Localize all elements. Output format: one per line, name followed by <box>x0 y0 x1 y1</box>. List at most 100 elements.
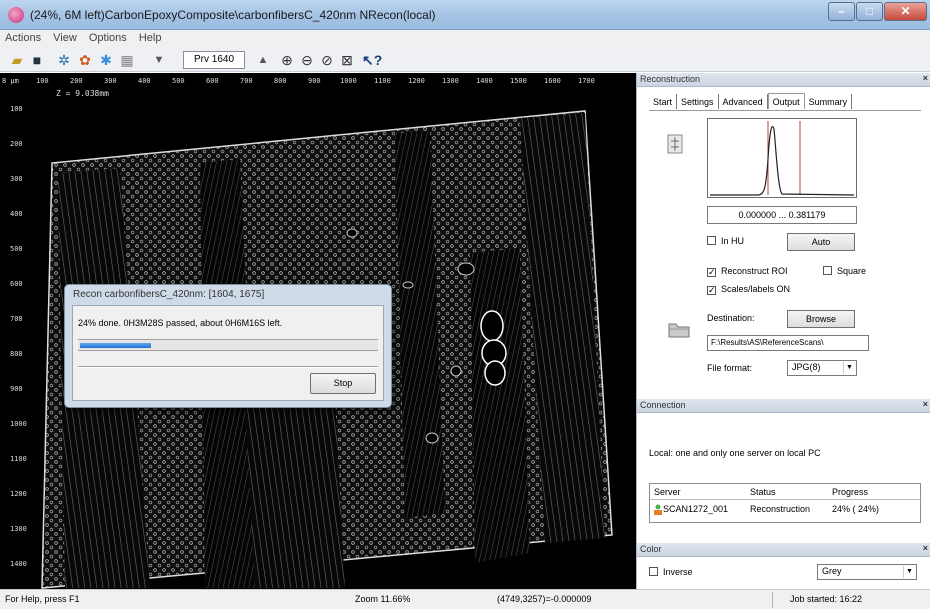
down-triangle-icon[interactable]: ▼ <box>150 51 168 69</box>
close-panel-icon[interactable]: × <box>923 73 928 83</box>
file-format-label: File format: <box>707 363 753 373</box>
tab-advanced[interactable]: Advanced <box>719 94 768 109</box>
preview-combo[interactable]: Prv 1640 <box>183 51 245 69</box>
in-hu-label: In HU <box>721 236 745 246</box>
ruler-tick: 500 <box>172 77 185 85</box>
zoom-out-icon[interactable]: ⊖ <box>298 51 316 69</box>
settings-icon[interactable]: ✲ <box>55 51 73 69</box>
ruler-tick: 1300 <box>442 77 459 85</box>
ruler-tick: 100 <box>10 105 23 113</box>
ruler-tick: 1200 <box>408 77 425 85</box>
ruler-tick: 900 <box>308 77 321 85</box>
table-row[interactable]: SCAN1272_001 Reconstruction 24% ( 24%) <box>650 501 922 519</box>
histogram-settings-icon[interactable] <box>665 133 687 155</box>
close-panel-icon[interactable]: × <box>923 399 928 409</box>
zoom-fit-icon[interactable]: ⊘ <box>318 51 336 69</box>
colormap-value: Grey <box>822 566 842 576</box>
ruler-tick: 1400 <box>476 77 493 85</box>
open-icon[interactable]: ▰ <box>8 51 26 69</box>
status-bar: For Help, press F1 Zoom 11.66% (4749,325… <box>0 589 930 609</box>
inverse-label: Inverse <box>663 567 693 577</box>
reconstruction-panel: Reconstruction × Start Settings Advanced Ou… <box>636 73 930 399</box>
top-ruler: 8 µm 100 200 300 400 500 600 700 800 900… <box>0 73 636 87</box>
context-help-icon[interactable]: ↖? <box>362 51 382 69</box>
ruler-tick: 500 <box>10 245 23 253</box>
tab-start[interactable]: Start <box>649 94 678 109</box>
file-format-select[interactable]: JPG(8) ▼ <box>787 360 857 376</box>
maximize-button[interactable]: □ <box>856 2 883 21</box>
ruler-tick: 800 <box>274 77 287 85</box>
app-icon <box>8 7 24 23</box>
ruler-tick: 300 <box>10 175 23 183</box>
server-status: Reconstruction <box>750 504 811 514</box>
ruler-tick: 200 <box>70 77 83 85</box>
grid-icon[interactable]: ▦ <box>118 51 136 69</box>
toolbar: ▰ ■ ✲ ✿ ✱ ▦ ▼ Prv 1640 ▲ ⊕ ⊖ ⊘ ⊠ ↖? <box>0 48 930 72</box>
browse-button[interactable]: Browse <box>787 310 855 328</box>
column-progress[interactable]: Progress <box>832 487 868 497</box>
tab-output[interactable]: Output <box>767 93 805 109</box>
ruler-tick: 600 <box>206 77 219 85</box>
ruler-tick: 1000 <box>10 420 27 428</box>
connection-panel: Connection × Local: one and only one ser… <box>636 399 930 543</box>
fit-window-icon[interactable]: ⊠ <box>338 51 356 69</box>
scales-labels-checkbox[interactable]: ✓ Scales/labels ON <box>707 284 790 295</box>
ruler-tick: 1000 <box>340 77 357 85</box>
connection-panel-title: Connection <box>640 400 686 410</box>
menu-help[interactable]: Help <box>134 30 166 44</box>
status-zoom: Zoom 11.66% <box>355 594 411 604</box>
scales-labels-label: Scales/labels ON <box>721 284 791 294</box>
zoom-in-icon[interactable]: ⊕ <box>278 51 296 69</box>
server-name: SCAN1272_001 <box>663 504 729 514</box>
reconstruct-roi-checkbox[interactable]: ✓ Reconstruct ROI <box>707 266 788 277</box>
ruler-tick: 8 µm <box>2 77 19 85</box>
dialog-title: Recon carbonfibersC_420nm: [1604, 1675] <box>73 289 265 300</box>
menu-view[interactable]: View <box>48 30 81 44</box>
progress-dialog: Recon carbonfibersC_420nm: [1604, 1675] … <box>64 284 392 408</box>
tab-settings[interactable]: Settings <box>677 94 719 109</box>
square-checkbox[interactable]: Square <box>823 266 866 276</box>
save-icon[interactable]: ■ <box>28 51 46 69</box>
ruler-tick: 1400 <box>10 560 27 568</box>
progress-bar-fill <box>80 343 152 348</box>
column-server[interactable]: Server <box>654 487 681 497</box>
column-status[interactable]: Status <box>750 487 776 497</box>
connection-info: Local: one and only one server on local … <box>649 448 821 458</box>
ruler-tick: 300 <box>104 77 117 85</box>
histogram-curve <box>710 126 855 196</box>
menu-actions[interactable]: Actions <box>0 30 45 44</box>
ruler-tick: 400 <box>10 210 23 218</box>
tab-bar: Start Settings Advanced Output Summary <box>649 93 853 111</box>
color-panel-title: Color <box>640 544 662 554</box>
palette-icon[interactable]: ✿ <box>76 51 94 69</box>
reconstruction-panel-header: Reconstruction × <box>637 73 930 87</box>
ruler-tick: 1500 <box>510 77 527 85</box>
up-triangle-icon[interactable]: ▲ <box>254 51 272 69</box>
menu-options[interactable]: Options <box>84 30 131 44</box>
in-hu-checkbox[interactable]: In HU <box>707 236 744 246</box>
range-field[interactable]: 0.000000 ... 0.381179 <box>707 206 857 224</box>
asterisk-icon[interactable]: ✱ <box>97 51 115 69</box>
status-help: For Help, press F1 <box>5 594 80 604</box>
ruler-tick: 400 <box>138 77 151 85</box>
minimize-button[interactable]: – <box>828 2 855 21</box>
progress-bar <box>78 339 378 351</box>
dialog-body: 24% done. 0H3M28S passed, about 0H6M16S … <box>72 305 384 401</box>
auto-button[interactable]: Auto <box>787 233 855 251</box>
ruler-tick: 900 <box>10 385 23 393</box>
ruler-tick: 700 <box>10 315 23 323</box>
close-button[interactable]: ✕ <box>884 2 927 21</box>
destination-path-field[interactable]: F:\Results\AS\ReferenceScans\ <box>707 335 869 351</box>
close-panel-icon[interactable]: × <box>923 543 928 553</box>
tab-summary[interactable]: Summary <box>805 94 853 109</box>
inverse-checkbox[interactable]: Inverse <box>649 567 693 577</box>
dialog-separator <box>78 366 378 368</box>
histogram[interactable] <box>707 118 857 198</box>
colormap-select[interactable]: Grey ▼ <box>817 564 917 580</box>
stop-button[interactable]: Stop <box>310 373 376 394</box>
ruler-tick: 700 <box>240 77 253 85</box>
status-job-started: Job started: 16:22 <box>790 594 863 604</box>
status-coordinates: (4749,3257)=-0.000009 <box>497 594 592 604</box>
connection-panel-header: Connection × <box>637 399 930 413</box>
server-table: Server Status Progress SCAN1272_001 Reco… <box>649 483 922 523</box>
